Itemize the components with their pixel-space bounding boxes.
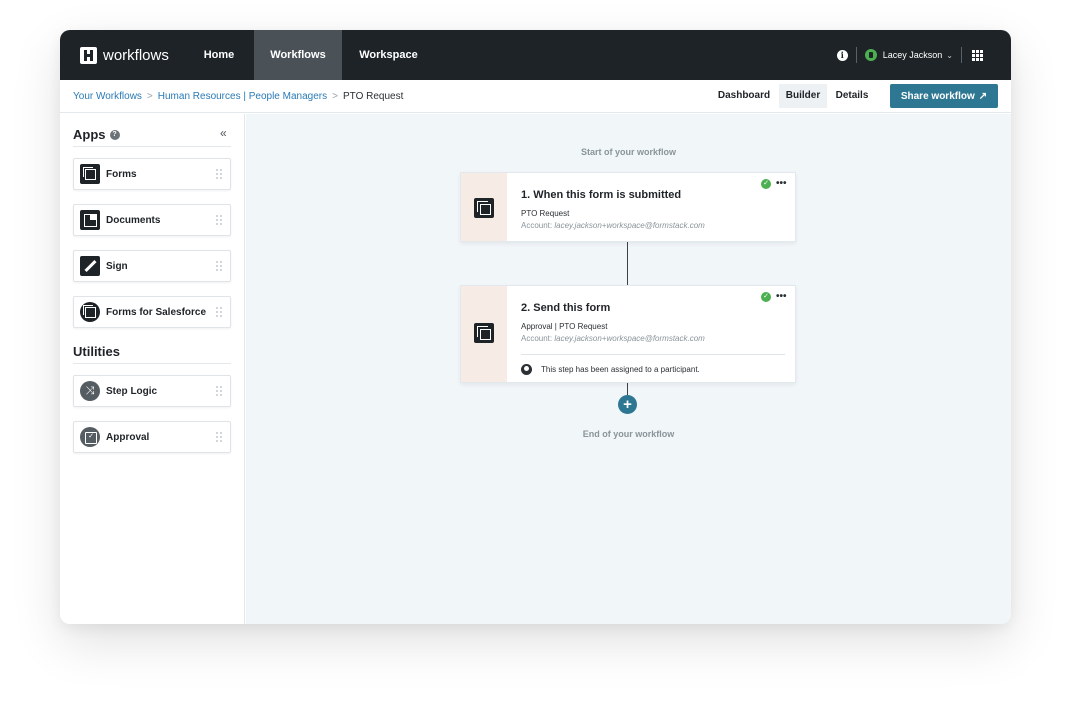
divider [961,47,962,63]
participant-note: This step has been assigned to a partici… [541,365,700,374]
workflow-canvas: Start of your workflow 1. When this form… [246,114,1011,624]
app-card-label: Documents [106,214,161,226]
drag-handle-icon[interactable] [216,307,222,317]
tab-builder[interactable]: Builder [779,84,827,108]
apps-title: Apps [73,127,106,142]
app-card-label: Approval [106,431,150,443]
user-name[interactable]: Lacey Jackson [883,50,943,60]
breadcrumb-separator-icon: > [332,91,338,102]
step-title: 1. When this form is submitted [521,189,682,201]
workflow-step-1[interactable]: 1. When this form is submitted PTO Reque… [460,172,796,242]
tab-dashboard[interactable]: Dashboard [712,84,776,108]
participant-icon [521,364,532,375]
app-window: workflows Home Workflows Workspace i Lac… [60,30,1011,624]
more-options-icon[interactable]: ••• [776,292,787,302]
end-of-workflow-label: End of your workflow [582,429,675,439]
workflow-header-bar: Your Workflows > Human Resources | Peopl… [60,80,1011,113]
share-workflow-button[interactable]: Share workflow ↗ [890,84,998,108]
step-subtitle: PTO Request [521,209,570,218]
step-title: 2. Send this form [521,302,611,314]
app-card-label: Forms [106,168,137,180]
app-card-documents[interactable]: Documents [73,204,231,236]
status-check-icon: ✓ [761,179,771,189]
divider [73,363,231,364]
account-prefix: Account: [521,334,553,343]
step-logic-icon [80,381,100,401]
nav-workspace[interactable]: Workspace [346,30,431,80]
account-email: lacey.jackson+workspace@formstack.com [554,334,705,343]
start-of-workflow-label: Start of your workflow [580,147,676,157]
workflow-step-2[interactable]: 2. Send this form Approval | PTO Request… [460,285,796,383]
breadcrumb-workspace[interactable]: Human Resources | People Managers [158,91,327,102]
add-step-button[interactable]: + [618,395,637,414]
info-icon[interactable]: i [836,49,848,61]
drag-handle-icon[interactable] [216,169,222,179]
workflows-logo-icon [80,46,97,64]
drag-handle-icon[interactable] [216,386,222,396]
nav-home[interactable]: Home [188,30,250,80]
app-card-label: Sign [106,260,128,272]
app-card-label: Step Logic [106,385,158,397]
account-email: lacey.jackson+workspace@formstack.com [554,221,705,230]
salesforce-forms-icon [80,302,100,322]
status-check-icon: ✓ [761,292,771,302]
app-card-sign[interactable]: Sign [73,250,231,282]
step-icon-panel [461,173,507,241]
utilities-section-title: Utilities [73,344,120,359]
forms-icon [80,164,100,184]
app-card-approval[interactable]: Approval [73,421,231,453]
step-account: Account: lacey.jackson+workspace@formsta… [521,221,705,230]
brand-logo[interactable]: workflows [80,45,169,65]
divider [73,146,231,147]
drag-handle-icon[interactable] [216,215,222,225]
top-navigation: workflows Home Workflows Workspace i Lac… [60,30,1011,80]
app-card-forms[interactable]: Forms [73,158,231,190]
account-prefix: Account: [521,221,553,230]
help-icon[interactable]: ? [109,129,120,140]
app-card-step-logic[interactable]: Step Logic [73,375,231,407]
chevron-down-icon[interactable]: ⌄ [946,51,953,60]
step-icon-panel [461,286,507,382]
breadcrumb: Your Workflows > Human Resources | Peopl… [73,80,403,113]
breadcrumb-current-page: PTO Request [342,91,404,102]
step-connector [627,383,628,395]
step-subtitle: Approval | PTO Request [521,322,608,331]
step-account: Account: lacey.jackson+workspace@formsta… [521,334,705,343]
divider [521,354,785,355]
approval-icon [80,427,100,447]
collapse-sidebar-icon[interactable]: « [220,126,227,140]
documents-icon [80,210,100,230]
user-avatar-icon [864,49,877,61]
drag-handle-icon[interactable] [216,261,222,271]
breadcrumb-separator-icon: > [146,91,153,102]
drag-handle-icon[interactable] [216,432,222,442]
nav-right-controls: i Lacey Jackson ⌄ [836,30,1011,80]
brand-name: workflows [103,46,169,64]
more-options-icon[interactable]: ••• [776,179,787,189]
step-connector [627,242,628,285]
divider [855,47,857,63]
app-grid-icon[interactable] [972,49,983,61]
app-card-label: Forms for Salesforce [106,306,207,318]
share-workflow-label: Share workflow [900,90,975,102]
arrow-up-right-icon: ↗ [978,90,988,102]
app-card-forms-for-salesforce[interactable]: Forms for Salesforce [73,296,231,328]
tab-details[interactable]: Details [830,84,874,108]
apps-section-title: Apps ? [73,127,120,142]
apps-sidebar: Apps ? « Forms Documents Sign Forms for … [60,114,245,624]
breadcrumb-your-workflows[interactable]: Your Workflows [73,91,142,102]
sign-icon [80,256,100,276]
nav-workflows[interactable]: Workflows [254,30,342,80]
form-icon [474,198,494,218]
form-icon [474,323,494,343]
